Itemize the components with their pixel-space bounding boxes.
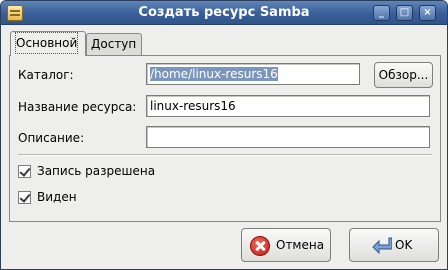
ok-button[interactable]: OK: [349, 228, 439, 262]
share-name-label: Название ресурса:: [18, 100, 137, 114]
cancel-button[interactable]: Отмена: [241, 228, 331, 262]
visible-checkbox[interactable]: [18, 191, 31, 204]
tab-basic[interactable]: Основной: [10, 31, 86, 56]
directory-label: Каталог:: [18, 68, 74, 82]
directory-value: /home/linux-resurs16: [150, 67, 278, 81]
share-name-input[interactable]: linux-resurs16: [146, 95, 430, 117]
tab-access-label: Доступ: [91, 37, 137, 51]
ok-arrow-icon: [372, 237, 392, 255]
tab-basic-label: Основной: [15, 32, 79, 54]
description-input[interactable]: [146, 126, 430, 148]
cancel-icon: [250, 236, 270, 256]
close-button[interactable]: ×: [419, 5, 436, 21]
write-allowed-checkbox[interactable]: [18, 165, 31, 178]
share-name-value: linux-resurs16: [150, 99, 236, 113]
separator: [18, 154, 432, 156]
minimize-button[interactable]: _: [373, 5, 390, 21]
cancel-button-label: Отмена: [276, 238, 325, 252]
maximize-button[interactable]: □: [396, 5, 413, 21]
write-allowed-label: Запись разрешена: [37, 164, 156, 178]
browse-button[interactable]: Обзор...: [374, 62, 433, 88]
samba-share-dialog: Создать ресурс Samba _ □ × Основной Дост…: [0, 0, 448, 270]
ok-button-label: OK: [395, 238, 413, 252]
title-bar[interactable]: Создать ресурс Samba _ □ ×: [1, 1, 447, 25]
description-label: Описание:: [18, 131, 85, 145]
directory-input[interactable]: /home/linux-resurs16: [146, 63, 360, 85]
tab-panel-basic: Каталог: /home/linux-resurs16 Обзор... Н…: [9, 55, 441, 222]
visible-label: Виден: [37, 190, 77, 204]
tab-access[interactable]: Доступ: [86, 33, 142, 55]
